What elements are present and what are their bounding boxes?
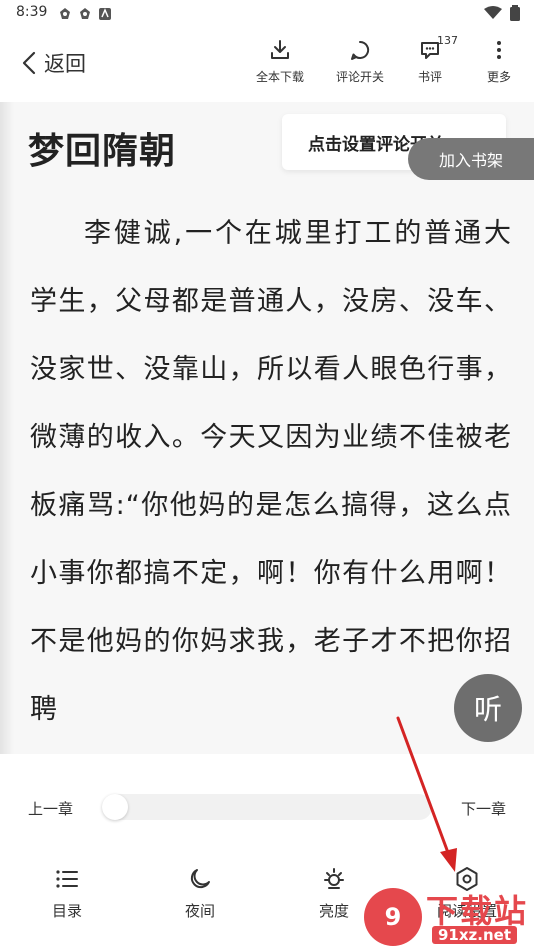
book-review-label: 书评 (417, 70, 442, 84)
notification-icons (58, 6, 112, 20)
review-count-badge: 137 (437, 34, 458, 47)
night-icon (190, 869, 210, 889)
download-all-button[interactable]: 全本下载 (245, 38, 315, 85)
app-notification-icon (78, 6, 92, 20)
brightness-label: 亮度 (318, 902, 349, 920)
prev-chapter-button[interactable]: 上一章 (28, 798, 73, 819)
next-chapter-button[interactable]: 下一章 (461, 798, 506, 819)
download-all-label: 全本下载 (255, 70, 304, 84)
page-edge-shadow (0, 102, 14, 754)
wifi-icon (484, 6, 502, 19)
comment-toggle-icon (351, 40, 370, 60)
add-to-bookshelf-label: 加入书架 (438, 151, 503, 170)
site-watermark: 9 下载站 91xz.net (360, 884, 534, 950)
chapter-progress-slider[interactable] (102, 794, 432, 820)
app-notification-icon (98, 6, 112, 20)
comment-toggle-button[interactable]: 评论开关 (325, 38, 395, 85)
battery-icon (510, 5, 520, 21)
back-button[interactable]: 返回 (22, 48, 86, 78)
more-icon (497, 41, 501, 59)
listen-button[interactable]: 听 (454, 674, 522, 742)
more-label: 更多 (486, 70, 511, 84)
listen-label: 听 (473, 693, 502, 726)
status-time: 8:39 (16, 4, 48, 20)
chapter-body: 李健诚,一个在城里打工的普通大学生，父母都是普通人，没房、没车、没家世、没靠山，… (30, 200, 512, 744)
book-review-button[interactable]: 137 书评 (395, 34, 465, 85)
watermark-url: 91xz.net (432, 926, 518, 944)
chapter-title: 梦回隋朝 (28, 131, 177, 172)
catalog-icon (56, 870, 78, 888)
reading-page[interactable]: 梦回隋朝 李健诚,一个在城里打工的普通大学生，父母都是普通人，没房、没车、没家世… (0, 102, 534, 754)
catalog-label: 目录 (51, 902, 82, 920)
back-label: 返回 (44, 52, 86, 76)
download-icon (271, 40, 289, 59)
brightness-icon (324, 868, 344, 889)
system-icons (484, 5, 520, 21)
chevron-left-icon (22, 51, 36, 75)
night-label: 夜间 (184, 902, 215, 920)
catalog-button[interactable]: 目录 (27, 866, 107, 921)
comment-toggle-label: 评论开关 (335, 70, 384, 84)
watermark-logo-mark: 9 (384, 903, 402, 931)
add-to-bookshelf-button[interactable]: 加入书架 (408, 138, 534, 180)
more-button[interactable]: 更多 (464, 38, 534, 85)
reader-top-bar: 返回 全本下载 评论开关 137 书评 更多 (0, 28, 534, 102)
chapter-paragraph: 李健诚,一个在城里打工的普通大学生，父母都是普通人，没房、没车、没家世、没靠山，… (30, 218, 512, 725)
watermark-logo: 9 (364, 888, 422, 946)
progress-slider-handle[interactable] (102, 794, 128, 820)
status-bar: 8:39 (0, 0, 534, 28)
app-notification-icon (58, 6, 72, 20)
night-mode-button[interactable]: 夜间 (160, 866, 240, 921)
